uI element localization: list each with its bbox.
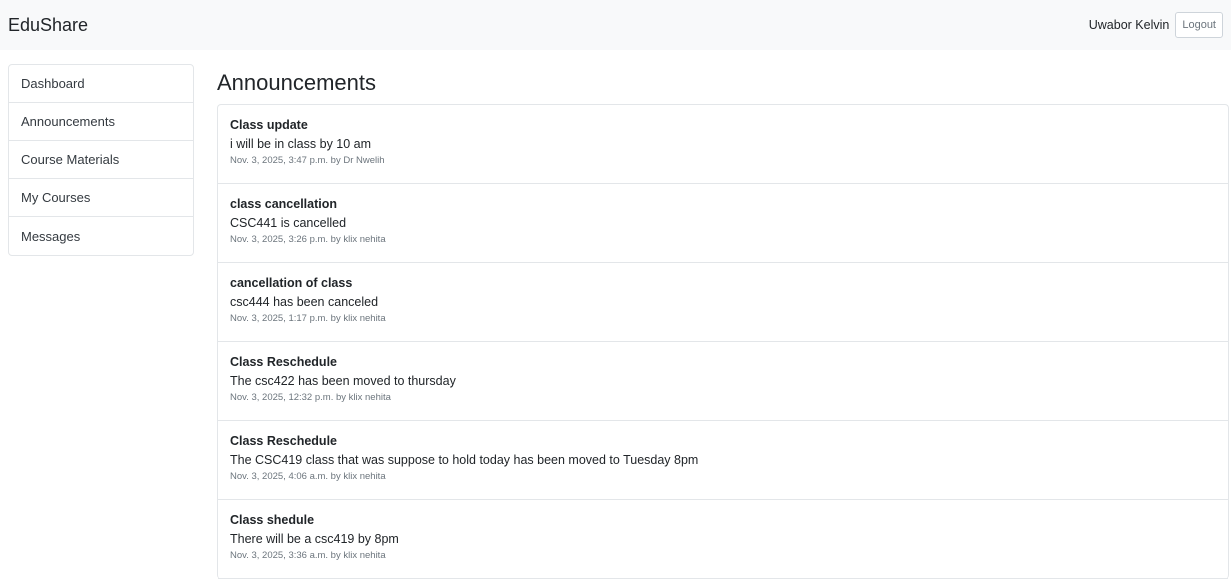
page-title: Announcements xyxy=(217,70,376,95)
announcement-body: csc444 has been canceled xyxy=(230,295,379,309)
announcement-title: cancellation of class xyxy=(230,276,353,290)
announcement-title: Class Reschedule xyxy=(230,355,337,369)
announcement-body: i will be in class by 10 am xyxy=(230,137,372,151)
announcement-meta: Nov. 3, 2025, 3:36 a.m. by klix nehita xyxy=(230,550,386,561)
announcement-meta: Nov. 3, 2025, 3:26 p.m. by klix nehita xyxy=(230,234,386,245)
user-area: Uwabor Kelvin Logout xyxy=(1089,12,1223,38)
sidebar-item-messages[interactable]: Messages xyxy=(9,217,193,255)
announcement-meta: Nov. 3, 2025, 1:17 p.m. by klix nehita xyxy=(230,313,386,324)
announcement-body: CSC441 is cancelled xyxy=(230,216,347,230)
announcement-item: cancellation of class csc444 has been ca… xyxy=(218,263,1228,342)
announcement-item: Class Reschedule The csc422 has been mov… xyxy=(218,342,1228,421)
announcement-body: The CSC419 class that was suppose to hol… xyxy=(230,453,699,467)
navbar: EduShare Uwabor Kelvin Logout xyxy=(0,0,1231,50)
sidebar-item-announcements[interactable]: Announcements xyxy=(9,103,193,141)
main-content: Announcements Class update i will be in … xyxy=(217,64,1229,579)
logout-button[interactable]: Logout xyxy=(1175,12,1223,38)
announcement-item: Class shedule There will be a csc419 by … xyxy=(218,500,1228,579)
announcement-title: Class shedule xyxy=(230,513,315,527)
announcement-title: class cancellation xyxy=(230,197,338,211)
user-name: Uwabor Kelvin xyxy=(1088,18,1170,32)
announcement-list: Class update i will be in class by 10 am… xyxy=(217,104,1229,579)
sidebar-nav: Dashboard Announcements Course Materials… xyxy=(8,64,194,256)
sidebar-item-dashboard[interactable]: Dashboard xyxy=(9,65,193,103)
announcement-meta: Nov. 3, 2025, 12:32 p.m. by klix nehita xyxy=(230,392,391,403)
announcement-title: Class Reschedule xyxy=(230,434,337,448)
announcement-title: Class update xyxy=(230,118,308,132)
announcement-item: class cancellation CSC441 is cancelled N… xyxy=(218,184,1228,263)
announcement-meta: Nov. 3, 2025, 3:47 p.m. by Dr Nwelih xyxy=(230,155,385,166)
announcement-item: Class Reschedule The CSC419 class that w… xyxy=(218,421,1228,500)
sidebar-item-course-materials[interactable]: Course Materials xyxy=(9,141,193,179)
announcement-meta: Nov. 3, 2025, 4:06 a.m. by klix nehita xyxy=(230,471,386,482)
sidebar-item-my-courses[interactable]: My Courses xyxy=(9,179,193,217)
announcement-item: Class update i will be in class by 10 am… xyxy=(218,105,1228,184)
announcement-body: The csc422 has been moved to thursday xyxy=(230,374,456,388)
announcement-body: There will be a csc419 by 8pm xyxy=(230,532,399,546)
brand-logo[interactable]: EduShare xyxy=(8,15,88,36)
